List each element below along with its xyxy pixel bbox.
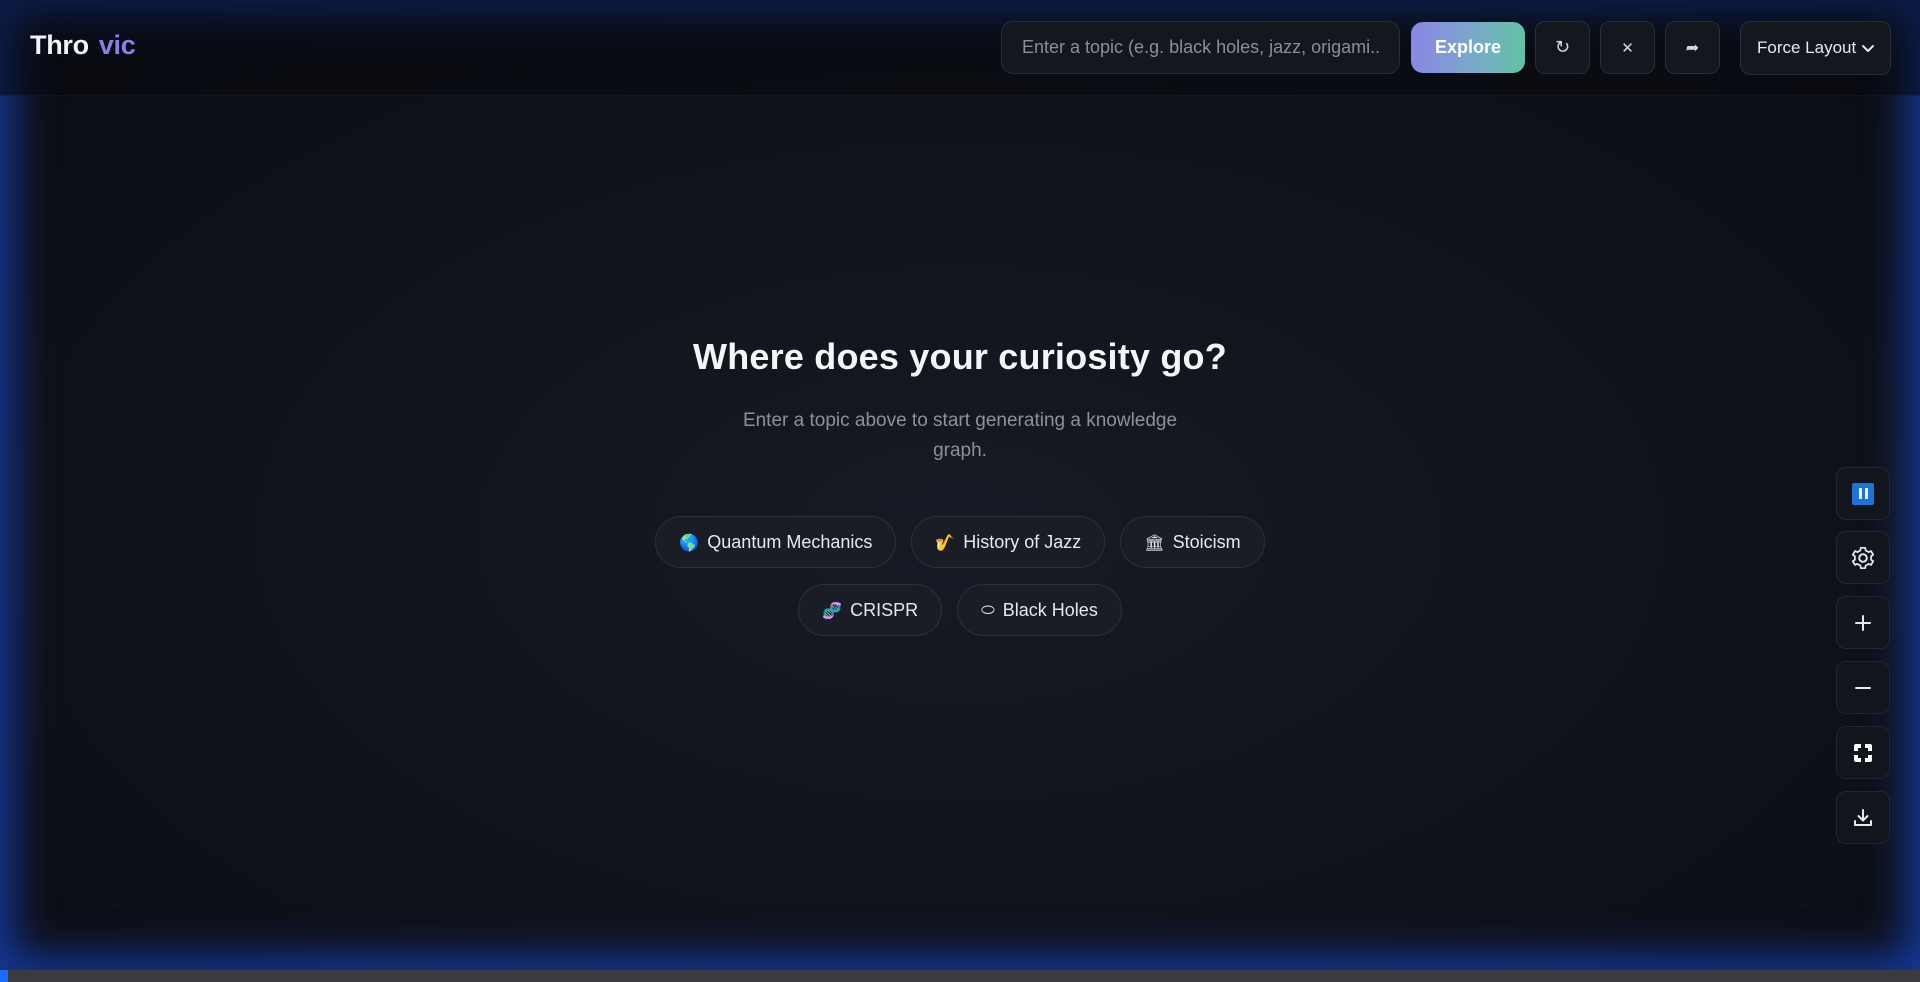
fit-view-button[interactable] xyxy=(1836,726,1890,779)
chip-label: History of Jazz xyxy=(963,531,1082,552)
chevron-down-icon xyxy=(1862,45,1874,52)
download-button[interactable] xyxy=(1836,791,1890,844)
suggestion-chip-crispr[interactable]: 🧬 CRISPR xyxy=(798,584,943,636)
suggestion-row-2: 🧬 CRISPR ⬭ Black Holes xyxy=(0,584,1920,636)
layout-select-value: Force Layout xyxy=(1757,38,1857,57)
suggestion-chip-black-holes[interactable]: ⬭ Black Holes xyxy=(957,584,1122,636)
chip-label: Stoicism xyxy=(1172,531,1241,552)
clear-button[interactable]: ✕ xyxy=(1600,21,1655,74)
refresh-icon: ↻ xyxy=(1554,37,1571,58)
share-icon: ➦ xyxy=(1685,38,1700,57)
close-icon: ✕ xyxy=(1621,38,1634,57)
suggestion-chip-quantum-mechanics[interactable]: 🌎 Quantum Mechanics xyxy=(655,516,897,568)
black-hole-icon: ⬭ xyxy=(981,600,995,619)
logo-text-primary: Thro xyxy=(30,30,89,60)
minus-icon xyxy=(1855,686,1871,689)
layout-select[interactable]: Force Layout xyxy=(1740,21,1891,75)
logo-text-accent: vic xyxy=(98,30,136,60)
suggestion-row-1: 🌎 Quantum Mechanics 🎷 History of Jazz 🏛 … xyxy=(0,516,1920,568)
bottom-bar-accent xyxy=(0,970,8,982)
refresh-button[interactable]: ↻ xyxy=(1535,21,1590,74)
explore-button[interactable]: Explore xyxy=(1411,22,1525,73)
page-title: Where does your curiosity go? xyxy=(693,336,1227,377)
chip-label: Quantum Mechanics xyxy=(707,531,873,552)
page-subtitle: Enter a topic above to start generating … xyxy=(742,410,1178,461)
top-bar: Throvic Explore ↻ ✕ ➦ Force Layout xyxy=(0,0,1920,96)
window-bottom-bar xyxy=(0,970,1920,982)
pause-icon xyxy=(1852,482,1874,505)
suggestion-chip-stoicism[interactable]: 🏛 Stoicism xyxy=(1120,516,1265,568)
download-icon xyxy=(1854,808,1872,826)
app-window: Throvic Explore ↻ ✕ ➦ Force Layout Where… xyxy=(0,0,1920,970)
atom-icon: 🌎 xyxy=(679,532,700,552)
suggestion-chip-history-of-jazz[interactable]: 🎷 History of Jazz xyxy=(911,516,1106,568)
topic-search-input[interactable] xyxy=(1001,21,1400,74)
zoom-in-button[interactable] xyxy=(1836,596,1890,649)
chip-label: Black Holes xyxy=(1002,599,1098,620)
plus-icon xyxy=(1855,614,1871,631)
saxophone-icon: 🎷 xyxy=(935,532,956,552)
chip-label: CRISPR xyxy=(850,599,919,620)
pause-simulation-button[interactable] xyxy=(1836,467,1890,520)
dna-icon: 🧬 xyxy=(822,600,843,620)
classical-building-icon: 🏛 xyxy=(1144,532,1165,552)
app-logo[interactable]: Thro vic xyxy=(30,30,136,61)
share-button[interactable]: ➦ xyxy=(1665,21,1720,74)
settings-button[interactable] xyxy=(1836,531,1890,584)
gear-icon xyxy=(1851,546,1875,569)
zoom-out-button[interactable] xyxy=(1836,661,1890,714)
fit-view-icon xyxy=(1854,743,1872,762)
